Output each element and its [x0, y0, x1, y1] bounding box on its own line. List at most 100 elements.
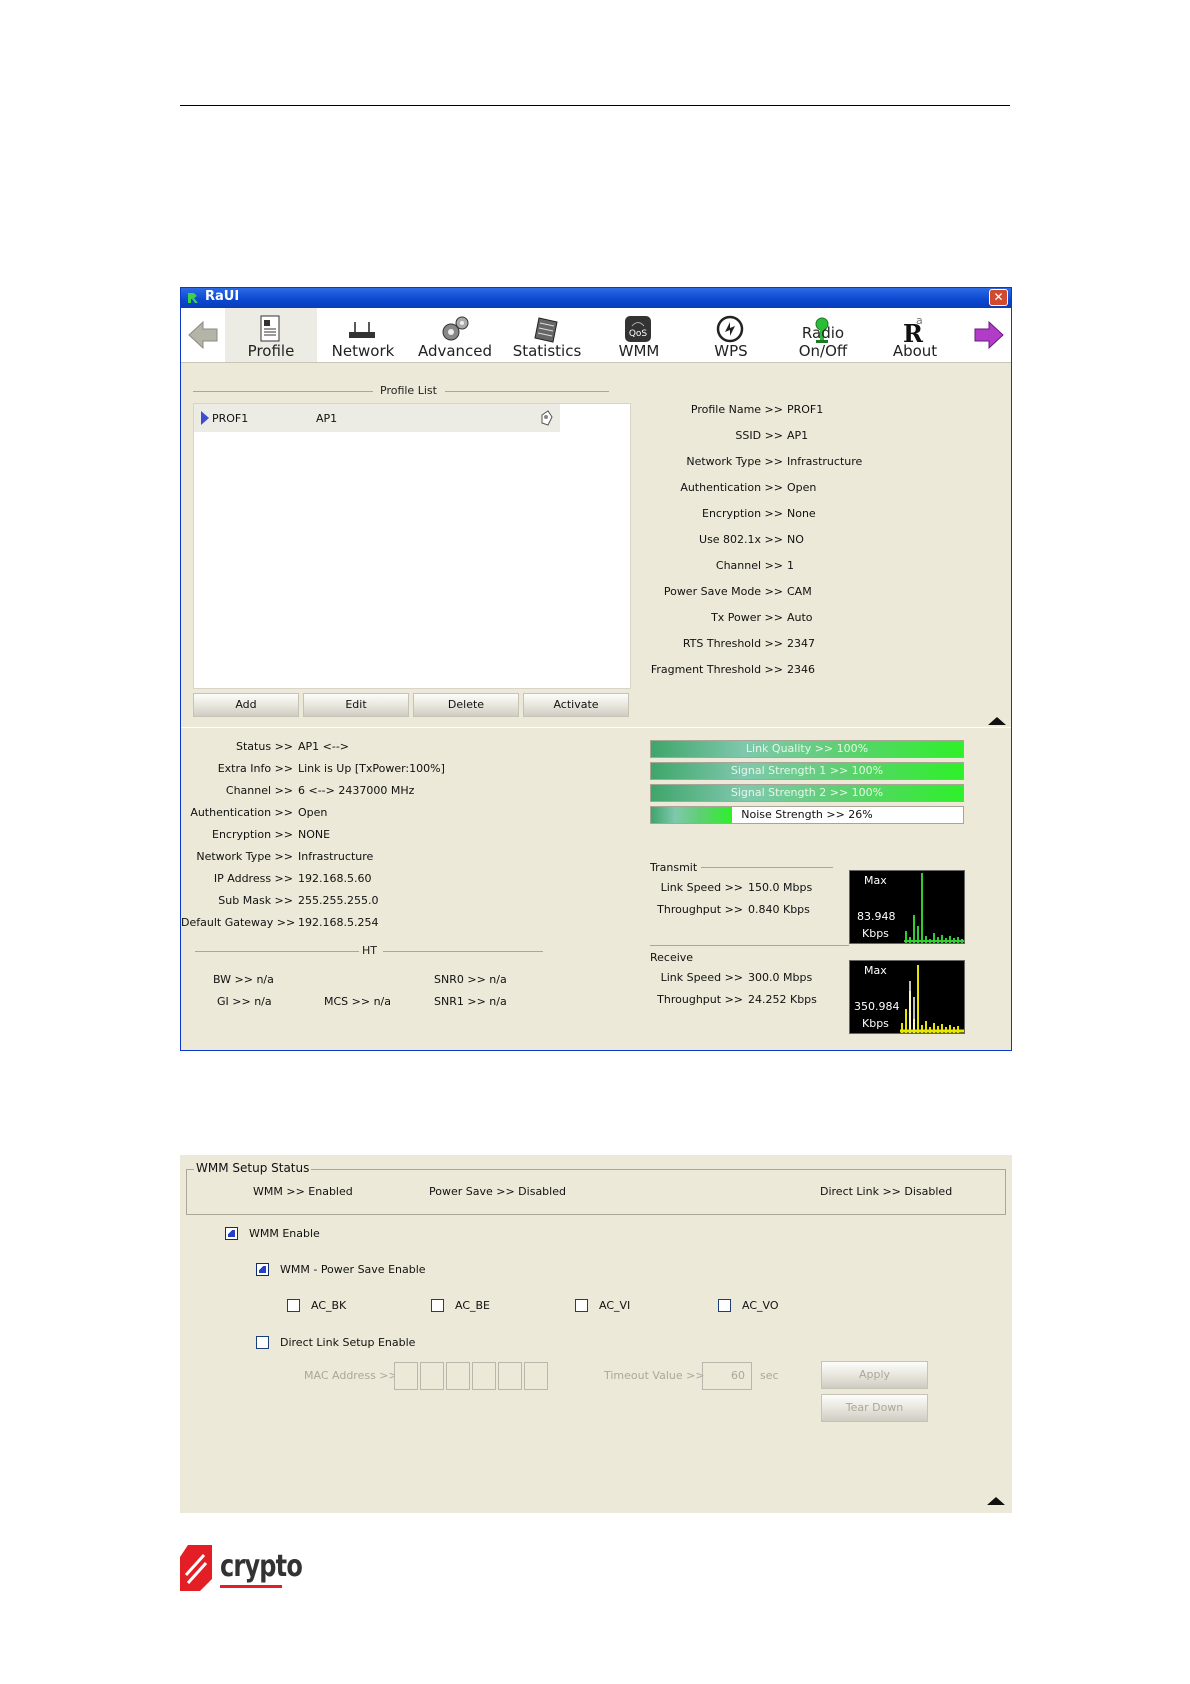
- svg-text:QoS: QoS: [629, 329, 648, 339]
- status-label: Encryption >>: [212, 828, 293, 841]
- active-profile-icon: [541, 410, 553, 426]
- mac-octet-field[interactable]: [498, 1362, 522, 1390]
- crypto-logo-mark: [180, 1545, 212, 1591]
- collapse-up-icon[interactable]: [987, 716, 1007, 726]
- ac-vi-label: AC_VI: [599, 1299, 631, 1312]
- status-label: Authentication >>: [190, 806, 293, 819]
- mac-address-input[interactable]: [394, 1362, 554, 1390]
- back-arrow-icon[interactable]: [187, 320, 219, 350]
- detail-value: AP1: [787, 429, 809, 442]
- crypto-logo-underline: [220, 1585, 282, 1588]
- detail-label: RTS Threshold >>: [682, 637, 783, 650]
- tab-advanced[interactable]: Advanced: [409, 308, 501, 362]
- direct-link-checkbox[interactable]: [256, 1336, 269, 1349]
- mac-octet-field[interactable]: [420, 1362, 444, 1390]
- wmm-enable-checkbox[interactable]: [225, 1227, 238, 1240]
- detail-label: Use 802.1x >>: [699, 533, 783, 546]
- receive-graph: Max 350.984 Kbps: [849, 960, 965, 1034]
- ac-be-label: AC_BE: [455, 1299, 491, 1312]
- profile-row[interactable]: PROF1 AP1: [194, 404, 560, 432]
- profile-name: PROF1: [212, 412, 249, 425]
- mac-octet-field[interactable]: [472, 1362, 496, 1390]
- tab-label: Advanced: [417, 342, 493, 360]
- wmm-power-save-checkbox[interactable]: [256, 1263, 269, 1276]
- timeout-unit: sec: [760, 1369, 779, 1382]
- tab-wps[interactable]: WPS: [685, 308, 777, 362]
- profile-listbox[interactable]: PROF1 AP1: [193, 403, 631, 689]
- separator: [193, 391, 373, 392]
- svg-text:a: a: [916, 314, 923, 327]
- tab-label: WMM: [618, 342, 660, 360]
- ac-vo-checkbox[interactable]: [718, 1299, 731, 1312]
- title-bar: RaUI ✕: [181, 288, 1011, 308]
- forward-arrow-icon[interactable]: [973, 320, 1005, 350]
- tx-link-speed: 150.0 Mbps: [748, 881, 813, 894]
- status-value: 192.168.5.60: [298, 872, 372, 885]
- detail-value: None: [787, 507, 816, 520]
- detail-label: Network Type >>: [686, 455, 783, 468]
- edit-button[interactable]: Edit: [303, 693, 409, 717]
- close-button[interactable]: ✕: [989, 289, 1008, 306]
- separator: [383, 951, 543, 952]
- direct-link-status: Direct Link >> Disabled: [820, 1185, 953, 1198]
- status-value: 255.255.255.0: [298, 894, 379, 907]
- mac-octet-field[interactable]: [446, 1362, 470, 1390]
- receive-throughput-plot: [900, 965, 964, 1033]
- tx-throughput-label: Throughput >>: [657, 903, 743, 916]
- detail-label: Channel >>: [715, 559, 783, 572]
- profile-ssid: AP1: [316, 412, 338, 425]
- mac-octet-field[interactable]: [524, 1362, 548, 1390]
- detail-value: PROF1: [787, 403, 824, 416]
- app-icon: [188, 293, 198, 303]
- direct-link-label: Direct Link Setup Enable: [280, 1336, 416, 1349]
- collapse-up-icon[interactable]: [986, 1496, 1006, 1506]
- page-top-rule: [180, 105, 1010, 106]
- rx-throughput-label: Throughput >>: [657, 993, 743, 1006]
- tab-label: WPS: [714, 342, 748, 360]
- ac-bk-checkbox[interactable]: [287, 1299, 300, 1312]
- status-label: IP Address >>: [213, 872, 293, 885]
- ht-title: HT: [362, 944, 377, 957]
- profile-icon: [260, 315, 280, 342]
- delete-button[interactable]: Delete: [413, 693, 519, 717]
- tab-radio-onoff[interactable]: Radio On/Off: [777, 308, 869, 362]
- tab-wmm[interactable]: QoS WMM: [593, 308, 685, 362]
- tab-label: Profile: [247, 342, 295, 360]
- apply-button[interactable]: Apply: [821, 1361, 928, 1389]
- detail-label: Profile Name >>: [690, 403, 783, 416]
- status-value: AP1 <-->: [298, 740, 350, 753]
- ac-vi-checkbox[interactable]: [575, 1299, 588, 1312]
- detail-value: 1: [787, 559, 794, 572]
- tab-network[interactable]: Network: [317, 308, 409, 362]
- ac-vo-label: AC_VO: [742, 1299, 779, 1312]
- wmm-power-save-label: WMM - Power Save Enable: [280, 1263, 426, 1276]
- detail-label: Encryption >>: [702, 507, 783, 520]
- tab-statistics[interactable]: Statistics: [501, 308, 593, 362]
- activate-button[interactable]: Activate: [523, 693, 629, 717]
- status-value: 6 <--> 2437000 MHz: [298, 784, 415, 797]
- tx-link-speed-label: Link Speed >>: [660, 881, 743, 894]
- add-button[interactable]: Add: [193, 693, 299, 717]
- status-section: Status >> AP1 <--> Extra Info >> Link is…: [181, 740, 601, 940]
- timeout-input[interactable]: 60: [702, 1362, 752, 1390]
- mac-octet-field[interactable]: [394, 1362, 418, 1390]
- ac-be-checkbox[interactable]: [431, 1299, 444, 1312]
- bar-label: Link Quality >> 100%: [745, 742, 869, 755]
- status-value: NONE: [298, 828, 331, 841]
- rx-throughput: 24.252 Kbps: [748, 993, 817, 1006]
- signal-strength-2-bar: Signal Strength 2 >> 100%: [650, 784, 964, 802]
- bar-label: Signal Strength 2 >> 100%: [730, 786, 884, 799]
- wmm-enable-label: WMM Enable: [249, 1227, 320, 1240]
- ht-bw: BW >> n/a: [213, 973, 274, 986]
- tab-about[interactable]: Ra About: [869, 308, 961, 362]
- status-value: Link is Up [TxPower:100%]: [298, 762, 445, 775]
- profile-list-title: Profile List: [380, 384, 437, 397]
- timeout-label: Timeout Value >>: [604, 1369, 705, 1382]
- status-label: Extra Info >>: [217, 762, 293, 775]
- separator: [195, 951, 359, 952]
- tab-label: Radio On/Off: [798, 324, 848, 360]
- network-icon: [349, 322, 375, 338]
- tear-down-button[interactable]: Tear Down: [821, 1394, 928, 1422]
- tab-profile[interactable]: Profile: [225, 308, 317, 362]
- status-value: Open: [298, 806, 328, 819]
